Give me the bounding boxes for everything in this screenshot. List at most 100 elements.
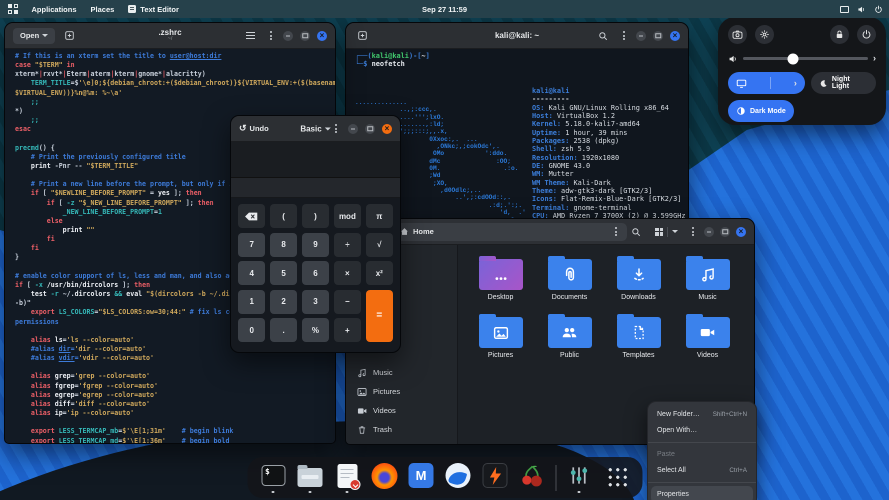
calc-key-0[interactable]: 0 — [238, 318, 265, 342]
dock-item-app-grid[interactable] — [602, 462, 630, 493]
mode-selector[interactable]: Basic — [300, 124, 330, 133]
dock-item-text-editor[interactable] — [333, 462, 361, 493]
chevron-right-icon[interactable]: › — [873, 54, 876, 63]
workspaces-icon[interactable] — [8, 4, 18, 14]
search-icon[interactable] — [627, 227, 645, 237]
dock-item-metasploit[interactable]: M — [407, 462, 435, 493]
screenshot-button[interactable] — [728, 25, 747, 44]
night-light-toggle[interactable]: Night Light — [811, 72, 876, 94]
sidebar-item-pictures[interactable]: Pictures — [346, 382, 457, 401]
calc-key-7[interactable]: 7 — [238, 233, 265, 257]
sidebar-item-trash[interactable]: Trash — [346, 420, 457, 439]
maximize-button[interactable] — [300, 31, 310, 41]
close-button[interactable] — [670, 31, 680, 41]
minimize-button[interactable] — [704, 227, 714, 237]
volume-indicator-icon[interactable] — [857, 5, 866, 14]
minimize-button[interactable] — [636, 31, 646, 41]
calc-key-√[interactable]: √ — [366, 233, 393, 257]
calc-key-+[interactable]: + — [334, 318, 361, 342]
display-indicator-icon[interactable] — [840, 6, 849, 13]
calc-key-÷[interactable]: ÷ — [334, 233, 361, 257]
calc-key-8[interactable]: 8 — [270, 233, 297, 257]
dock-item-cherrytree[interactable] — [518, 462, 546, 493]
calc-key-backspace[interactable] — [238, 204, 265, 228]
calc-key-6[interactable]: 6 — [302, 261, 329, 285]
sidebar-item-music[interactable]: Music — [346, 363, 457, 382]
trash-icon — [356, 425, 367, 435]
calc-key-π[interactable]: π — [366, 204, 393, 228]
clock[interactable]: Sep 27 11:59 — [422, 5, 467, 14]
volume-knob[interactable] — [788, 53, 799, 64]
menu-item-select-all[interactable]: Select AllCtrl+A — [648, 463, 756, 480]
path-kebab-icon[interactable] — [611, 227, 621, 236]
calc-key-=[interactable]: = — [366, 290, 393, 343]
kebab-menu-icon[interactable] — [688, 227, 698, 236]
path-bar[interactable]: Home — [394, 223, 627, 241]
volume-track[interactable] — [743, 57, 868, 61]
kebab-menu-icon[interactable] — [619, 31, 629, 40]
minimize-button[interactable] — [283, 31, 293, 41]
new-tab-icon[interactable] — [60, 30, 79, 41]
calc-key-([interactable]: ( — [270, 204, 297, 228]
power-button[interactable] — [857, 25, 876, 44]
folder-videos[interactable]: Videos — [673, 311, 742, 359]
dock-item-files[interactable] — [296, 462, 324, 493]
calc-key-×[interactable]: × — [334, 261, 361, 285]
undo-button[interactable]: ↺ Undo — [239, 124, 269, 133]
calc-key-%[interactable]: % — [302, 318, 329, 342]
lock-button[interactable] — [830, 25, 849, 44]
applications-menu[interactable]: Applications — [32, 5, 77, 14]
volume-slider[interactable]: › — [728, 52, 876, 65]
close-button[interactable] — [736, 227, 746, 237]
folder-pictures[interactable]: Pictures — [466, 311, 535, 359]
menu-item-open-with[interactable]: Open With… — [648, 423, 756, 440]
kebab-menu-icon[interactable] — [266, 31, 276, 40]
calc-key-−[interactable]: − — [334, 290, 361, 314]
calc-key-5[interactable]: 5 — [270, 261, 297, 285]
dock-item-burpsuite[interactable] — [481, 462, 509, 493]
power-indicator-icon[interactable] — [874, 5, 883, 14]
dark-mode-toggle[interactable]: Dark Mode — [728, 100, 794, 122]
maximize-button[interactable] — [365, 124, 375, 134]
folder-downloads[interactable]: Downloads — [604, 253, 673, 301]
maximize-button[interactable] — [720, 227, 730, 237]
calc-key-.[interactable]: . — [270, 318, 297, 342]
search-icon[interactable] — [594, 31, 612, 41]
focused-app-menu[interactable]: Text Editor — [128, 5, 179, 14]
folder-templates[interactable]: Templates — [604, 311, 673, 359]
dock-item-terminal[interactable]: $ — [259, 462, 287, 493]
folder-public[interactable]: Public — [535, 311, 604, 359]
settings-button[interactable] — [755, 25, 774, 44]
dock-item-wireshark[interactable] — [444, 462, 472, 493]
minimize-button[interactable] — [348, 124, 358, 134]
close-button[interactable] — [382, 124, 392, 134]
view-toggle[interactable] — [651, 227, 682, 237]
sidebar-item-videos[interactable]: Videos — [346, 401, 457, 420]
calc-key-2[interactable]: 2 — [270, 290, 297, 314]
screen-toggle[interactable]: › — [728, 72, 805, 94]
calc-key-4[interactable]: 4 — [238, 261, 265, 285]
menu-item-properties[interactable]: Properties — [651, 486, 753, 500]
calc-key-1[interactable]: 1 — [238, 290, 265, 314]
calculator-entry-bar[interactable] — [231, 178, 400, 198]
close-button[interactable] — [317, 31, 327, 41]
menu-item-new-folder[interactable]: New Folder…Shift+Ctrl+N — [648, 406, 756, 423]
places-menu[interactable]: Places — [91, 5, 115, 14]
calc-key-mod[interactable]: mod — [334, 204, 361, 228]
kebab-menu-icon[interactable] — [331, 124, 341, 133]
folder-desktop[interactable]: Desktop — [466, 253, 535, 301]
calculator-display[interactable] — [231, 142, 400, 178]
folder-music[interactable]: Music — [673, 253, 742, 301]
dock-item-tweaks[interactable] — [565, 462, 593, 493]
new-terminal-tab-icon[interactable] — [353, 30, 372, 41]
folder-documents[interactable]: Documents — [535, 253, 604, 301]
dock-item-firefox[interactable] — [370, 462, 398, 493]
hamburger-menu-icon[interactable] — [242, 32, 259, 40]
calc-key-9[interactable]: 9 — [302, 233, 329, 257]
calc-key-)[interactable]: ) — [302, 204, 329, 228]
open-button[interactable]: Open — [13, 28, 55, 44]
calc-key-3[interactable]: 3 — [302, 290, 329, 314]
maximize-button[interactable] — [653, 31, 663, 41]
dock: $M — [247, 457, 642, 498]
calc-key-x²[interactable]: x² — [366, 261, 393, 285]
